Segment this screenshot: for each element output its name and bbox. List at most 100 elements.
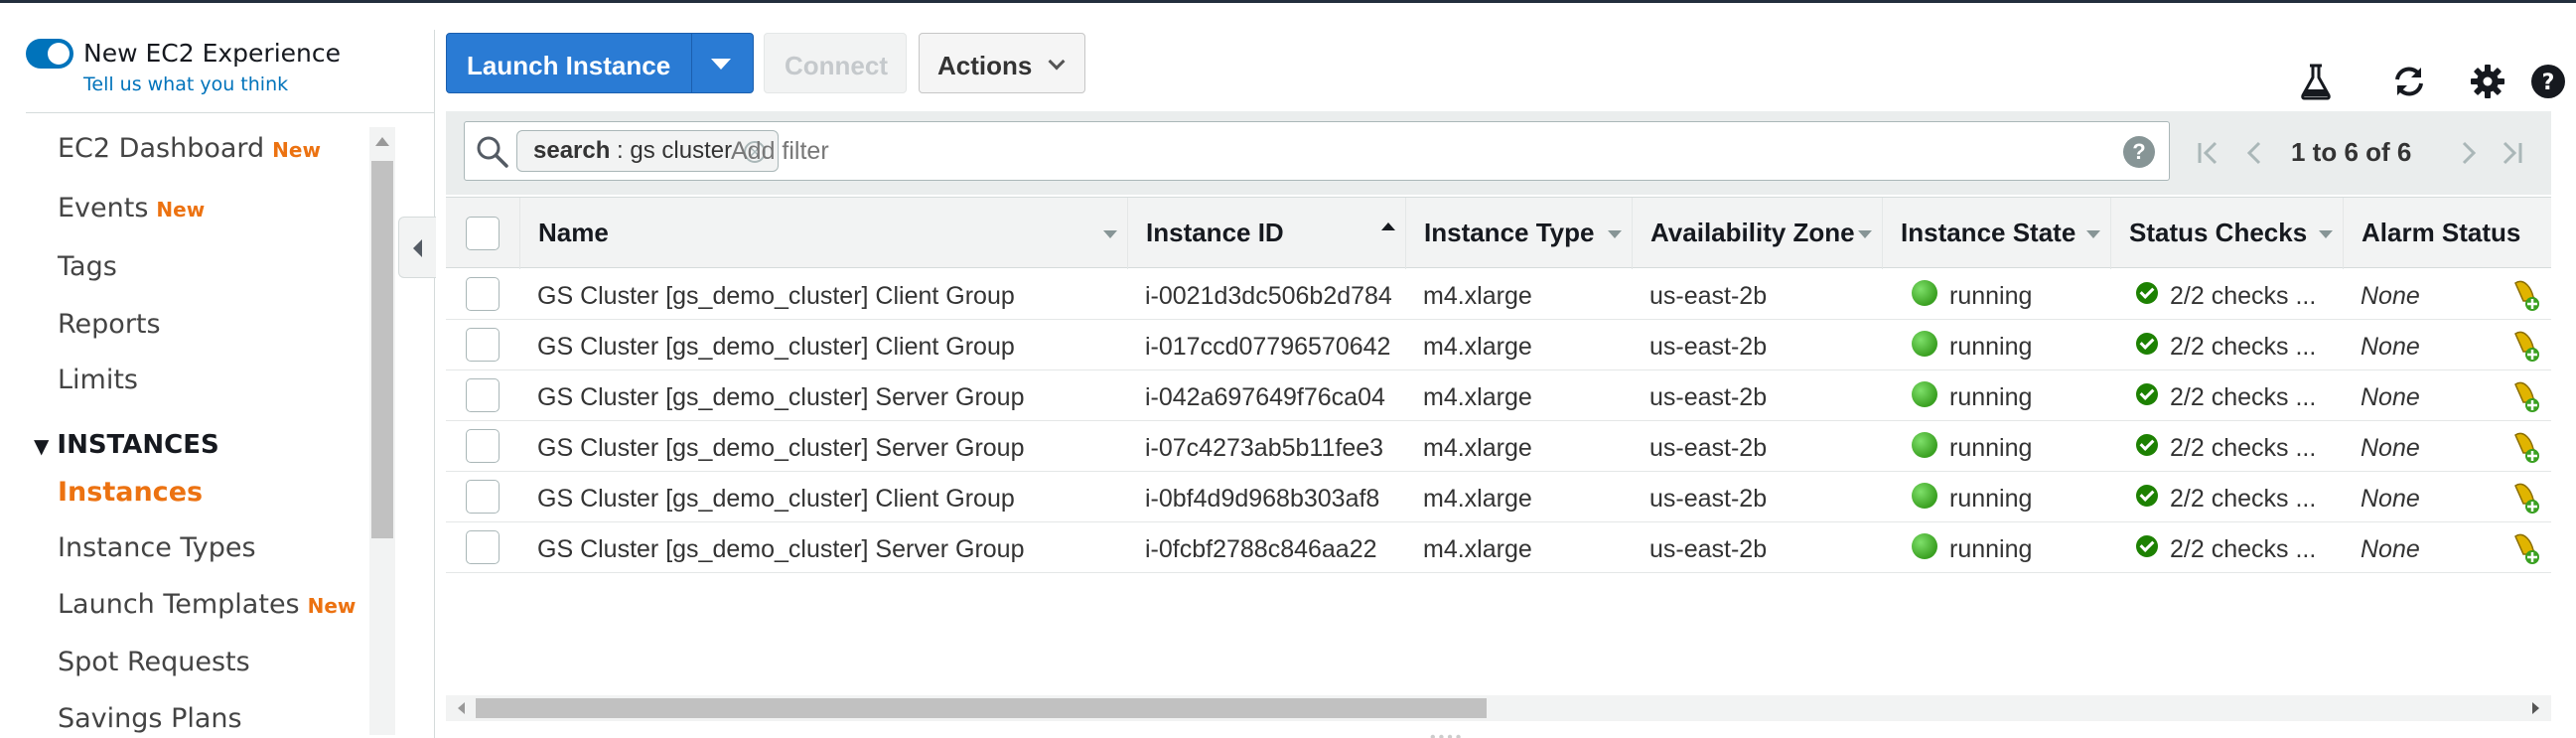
running-status-icon (1912, 533, 1937, 559)
instance-type: m4.xlarge (1423, 383, 1532, 411)
scroll-right-icon[interactable] (2532, 702, 2539, 714)
alarm-status: None (2361, 333, 2420, 361)
sidebar-item-ec2-dashboard[interactable]: EC2 Dashboard New (58, 133, 321, 164)
availability-zone: us-east-2b (1649, 282, 1768, 310)
table-row[interactable]: GS Cluster [gs_demo_cluster] Client Grou… (446, 320, 2551, 370)
column-header-availability-zone[interactable]: Availability Zone (1632, 198, 1882, 269)
resize-grip-icon[interactable]: •••• (1430, 729, 1464, 738)
sidebar-item-events[interactable]: Events New (58, 193, 205, 223)
column-header-instance-type[interactable]: Instance Type (1405, 198, 1632, 269)
connect-button[interactable]: Connect (764, 33, 907, 93)
alarm-status: None (2361, 535, 2420, 563)
refresh-icon[interactable] (2387, 60, 2431, 103)
create-alarm-icon[interactable] (2507, 328, 2543, 364)
sidebar-border (434, 30, 435, 738)
actions-button[interactable]: Actions (919, 33, 1085, 93)
section-label: INSTANCES (57, 430, 219, 460)
sort-icon (2086, 230, 2100, 238)
flask-icon[interactable] (2294, 60, 2338, 103)
pagination: 1 to 6 of 6 (2194, 131, 2531, 175)
row-checkbox[interactable] (466, 378, 500, 412)
filter-help-icon[interactable]: ? (2123, 136, 2155, 168)
search-box[interactable]: search : gs cluster ✕ ? (464, 121, 2170, 181)
column-header-instance-id[interactable]: Instance ID (1127, 198, 1405, 269)
sidebar-scroll-thumb[interactable] (371, 161, 393, 538)
new-experience-title: New EC2 Experience (83, 39, 341, 68)
instance-name: GS Cluster [gs_demo_cluster] Client Grou… (537, 333, 1015, 361)
scroll-left-icon[interactable] (458, 702, 465, 714)
caret-down-icon[interactable] (711, 59, 731, 70)
column-label: Instance ID (1146, 218, 1284, 247)
sidebar-item-tags[interactable]: Tags (58, 251, 117, 282)
create-alarm-icon[interactable] (2507, 378, 2543, 414)
first-page-icon[interactable] (2194, 131, 2223, 175)
sidebar-item-spot-requests[interactable]: Spot Requests (58, 647, 250, 677)
sort-icon (1103, 230, 1117, 238)
alarm-status: None (2361, 434, 2420, 462)
status-checks: 2/2 checks ... (2170, 333, 2317, 361)
table-row[interactable]: GS Cluster [gs_demo_cluster] Client Grou… (446, 269, 2551, 320)
sidebar-item-limits[interactable]: Limits (58, 365, 138, 395)
prev-page-icon[interactable] (2239, 131, 2269, 175)
sidebar-item-label: EC2 Dashboard (58, 133, 265, 164)
status-checks: 2/2 checks ... (2170, 485, 2317, 513)
table-row[interactable]: GS Cluster [gs_demo_cluster] Server Grou… (446, 522, 2551, 573)
select-all-checkbox[interactable] (466, 217, 500, 250)
row-checkbox[interactable] (466, 480, 500, 514)
column-header-alarm-status[interactable]: Alarm Status (2343, 198, 2551, 269)
availability-zone: us-east-2b (1649, 333, 1768, 361)
instance-state: running (1949, 282, 2033, 310)
collapse-sidebar-button[interactable] (398, 217, 436, 278)
check-passed-icon (2136, 282, 2158, 304)
column-header-name[interactable]: Name (519, 198, 1127, 269)
launch-instance-label: Launch Instance (467, 51, 671, 80)
last-page-icon[interactable] (2497, 131, 2526, 175)
sidebar-item-launch-templates[interactable]: Launch Templates New (58, 589, 356, 620)
row-checkbox[interactable] (466, 328, 500, 362)
sidebar-item-savings-plans[interactable]: Savings Plans (58, 703, 242, 734)
instance-name: GS Cluster [gs_demo_cluster] Client Grou… (537, 485, 1015, 513)
instance-state: running (1949, 485, 2033, 513)
column-header-status-checks[interactable]: Status Checks (2110, 198, 2343, 269)
row-checkbox[interactable] (466, 277, 500, 311)
horizontal-scroll-thumb[interactable] (476, 698, 1487, 718)
gear-icon[interactable] (2466, 60, 2509, 103)
alarm-status: None (2361, 383, 2420, 411)
help-icon[interactable]: ? (2526, 60, 2570, 103)
pagination-range: 1 to 6 of 6 (2291, 137, 2412, 167)
instance-type: m4.xlarge (1423, 434, 1532, 462)
table-row[interactable]: GS Cluster [gs_demo_cluster] Server Grou… (446, 421, 2551, 472)
create-alarm-icon[interactable] (2507, 530, 2543, 566)
row-checkbox[interactable] (466, 429, 500, 463)
sidebar-section-instances[interactable]: ▼ INSTANCES (34, 430, 219, 460)
instance-id: i-0fcbf2788c846aa22 (1145, 535, 1377, 563)
launch-instance-button[interactable]: Launch Instance (446, 33, 754, 93)
sidebar-scrollbar[interactable] (369, 127, 395, 735)
table-horizontal-scrollbar[interactable] (446, 695, 2551, 721)
column-label: Instance State (1901, 218, 2076, 247)
instance-type: m4.xlarge (1423, 535, 1532, 563)
status-checks: 2/2 checks ... (2170, 383, 2317, 411)
feedback-link[interactable]: Tell us what you think (83, 74, 288, 95)
filter-token-key: search (533, 137, 611, 164)
availability-zone: us-east-2b (1649, 485, 1768, 513)
table-row[interactable]: GS Cluster [gs_demo_cluster] Client Grou… (446, 472, 2551, 522)
row-checkbox[interactable] (466, 530, 500, 564)
next-page-icon[interactable] (2454, 131, 2484, 175)
sort-icon (1858, 230, 1872, 238)
sidebar-item-reports[interactable]: Reports (58, 309, 161, 340)
sidebar-item-instances[interactable]: Instances (58, 477, 203, 508)
table-row[interactable]: GS Cluster [gs_demo_cluster] Server Grou… (446, 370, 2551, 421)
status-checks: 2/2 checks ... (2170, 434, 2317, 462)
create-alarm-icon[interactable] (2507, 277, 2543, 313)
new-experience-toggle[interactable] (26, 39, 73, 69)
instance-name: GS Cluster [gs_demo_cluster] Server Grou… (537, 434, 1025, 462)
create-alarm-icon[interactable] (2507, 429, 2543, 465)
sort-icon (1608, 230, 1622, 238)
scroll-up-icon[interactable] (375, 137, 389, 146)
column-header-instance-state[interactable]: Instance State (1882, 198, 2110, 269)
sidebar-item-instance-types[interactable]: Instance Types (58, 532, 256, 563)
instance-name: GS Cluster [gs_demo_cluster] Client Grou… (537, 282, 1015, 310)
create-alarm-icon[interactable] (2507, 480, 2543, 516)
add-filter-input[interactable] (731, 131, 2101, 171)
